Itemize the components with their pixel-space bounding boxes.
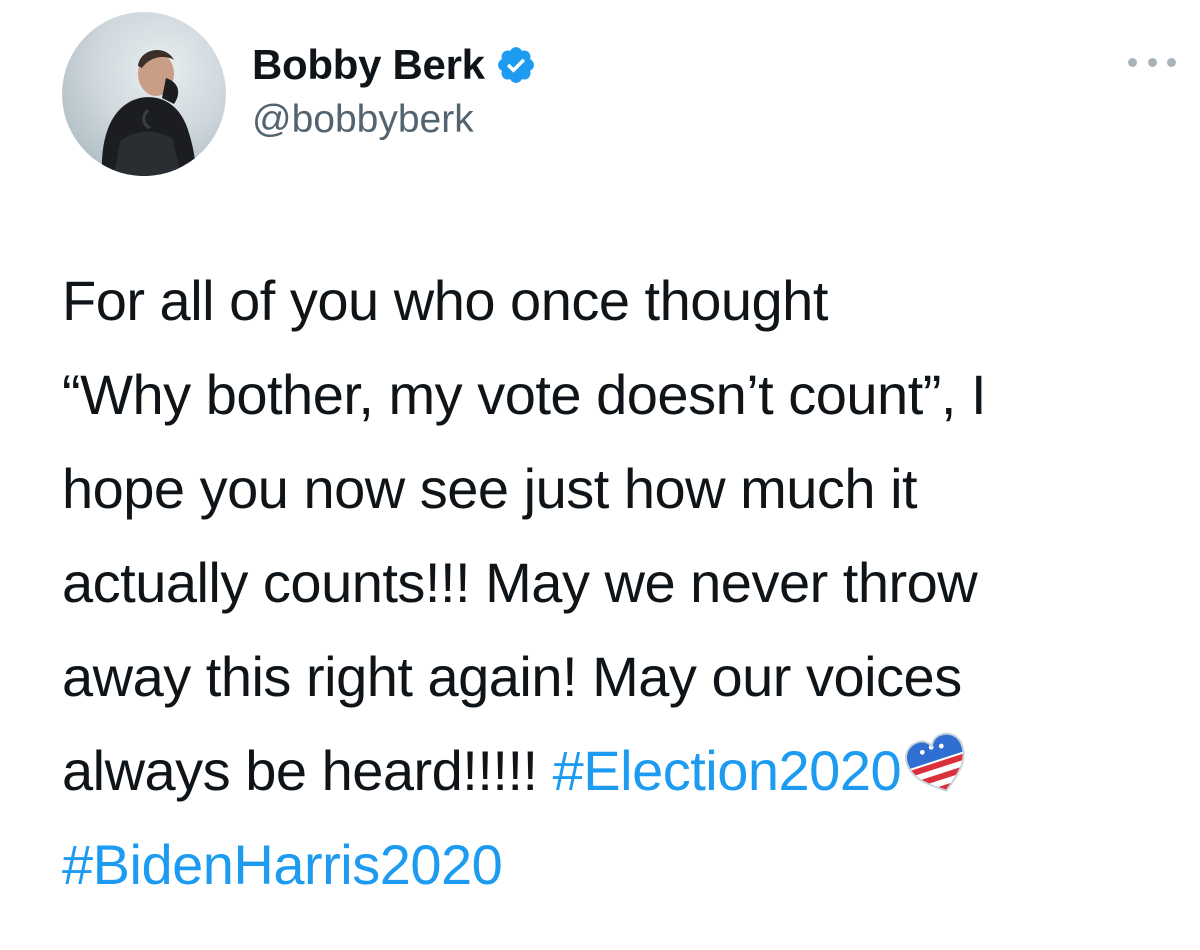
tweet: Bobby Berk @bobbyberk For all of you who…	[0, 0, 1200, 950]
usa-ballot-heart-emoji-icon	[901, 729, 975, 800]
more-dot	[1147, 57, 1157, 67]
more-options-icon[interactable]	[1128, 54, 1176, 70]
more-dot	[1167, 57, 1176, 67]
tweet-text-line: For all of you who once thought	[62, 269, 828, 332]
tweet-text-line: away this right again! May our voices	[62, 645, 962, 708]
avatar[interactable]	[62, 12, 226, 176]
verified-badge-icon	[495, 44, 537, 86]
tweet-text-line: “Why bother, my vote doesn’t count”, I	[62, 363, 987, 426]
display-name-row: Bobby Berk	[252, 38, 537, 92]
avatar-photo-icon	[101, 49, 196, 176]
tweet-text: For all of you who once thought “Why bot…	[62, 254, 1172, 912]
author-info: Bobby Berk @bobbyberk	[252, 38, 537, 142]
tweet-text-fragment: always be heard!!!!!	[62, 739, 553, 802]
author-handle[interactable]: @bobbyberk	[252, 98, 537, 142]
tweet-text-line: hope you now see just how much it	[62, 457, 918, 520]
tweet-text-line: actually counts!!! May we never throw	[62, 551, 978, 614]
hashtag-election2020[interactable]: #Election2020	[553, 739, 902, 802]
more-dot	[1128, 57, 1137, 67]
hashtag-bidenharris2020[interactable]: #BidenHarris2020	[62, 833, 503, 896]
display-name[interactable]: Bobby Berk	[252, 41, 485, 89]
tweet-text-line-with-hashtag: always be heard!!!!! #Election2020	[62, 724, 1172, 818]
tweet-text-line-hashtags: #BidenHarris2020	[62, 818, 1172, 912]
